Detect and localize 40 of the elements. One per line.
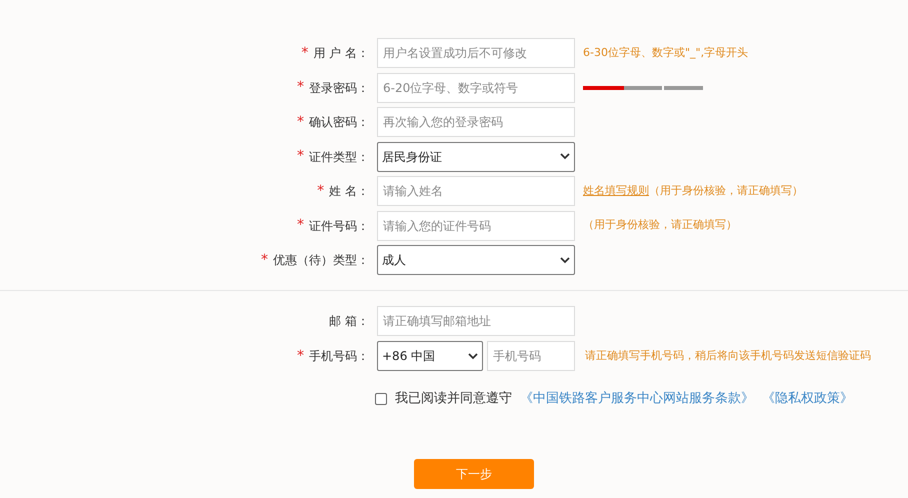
required-mark: * (297, 112, 304, 132)
next-button[interactable]: 下一步 (414, 458, 534, 488)
required-mark: * (301, 44, 308, 62)
field-label: 登录密码： (309, 80, 369, 96)
terms-link[interactable]: 《中国铁路客户服务中心网站服务条款》 (520, 389, 754, 408)
field-label: 手机号码： (309, 348, 369, 365)
input-field[interactable]: 请输入姓名 (377, 176, 575, 206)
input-field[interactable]: 再次输入您的登录密码 (377, 107, 575, 137)
field-hint: 6-30位字母、数字或"_",字母开头 (583, 44, 748, 61)
terms-link[interactable]: 《隐私权政策》 (762, 389, 853, 408)
required-mark: * (317, 182, 324, 200)
field-hint: （用于身份核验，请正确填写） (583, 217, 737, 234)
field-label: 证件类型： (309, 148, 369, 166)
field-label: 确认密码： (309, 114, 369, 131)
field-hint: （用于身份核验，请正确填写） (649, 182, 803, 199)
field-label: 用 户 名： (313, 45, 369, 62)
required-mark: * (297, 78, 304, 97)
rule-link[interactable]: 姓名填写规则 (583, 182, 649, 200)
agreement-text: 我已阅读并同意遵守 (395, 390, 512, 408)
country-select[interactable]: +86 中国 (377, 341, 483, 371)
chevron-down-icon (560, 256, 570, 264)
chevron-down-icon (468, 352, 478, 360)
select-field[interactable]: 成人 (377, 245, 575, 275)
agreement-checkbox[interactable] (375, 392, 387, 405)
required-mark: * (297, 216, 304, 235)
phone-field[interactable]: 手机号码 (487, 341, 575, 371)
chevron-down-icon (560, 153, 570, 160)
required-mark: * (297, 147, 304, 166)
field-label: 姓 名： (329, 183, 369, 200)
input-field[interactable]: 6-20位字母、数字或符号 (377, 72, 575, 102)
field-hint: 请正确填写手机号码，稍后将向该手机号码发送短信验证码 (585, 348, 871, 364)
field-label: 邮 箱： (329, 313, 369, 330)
required-mark: * (261, 250, 268, 270)
input-field[interactable]: 用户名设置成功后不可修改 (377, 38, 575, 68)
select-field[interactable]: 居民身份证 (377, 142, 575, 172)
input-field[interactable]: 请正确填写邮箱地址 (377, 306, 575, 336)
field-label: 优惠（待）类型： (273, 252, 369, 269)
input-field[interactable]: 请输入您的证件号码 (377, 210, 575, 240)
field-label: 证件号码： (309, 218, 369, 234)
required-mark: * (297, 346, 304, 366)
